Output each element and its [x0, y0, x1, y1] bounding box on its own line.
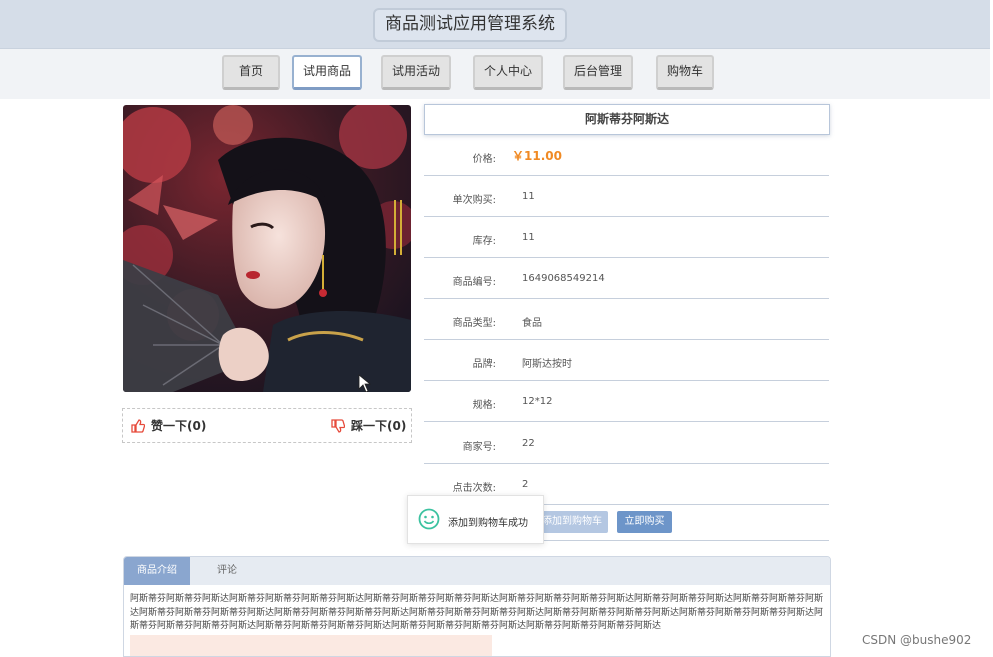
detail-label: 商品编号: [452, 277, 496, 288]
detail-row-product-number: 商品编号: 1649068549214 [424, 258, 829, 299]
detail-row-spec: 规格: 12*12 [424, 381, 829, 422]
detail-value: 11 [522, 191, 535, 202]
add-to-cart-button[interactable]: 添加到购物车 [536, 511, 608, 533]
tab-comments[interactable]: 评论 [202, 557, 252, 585]
detail-value: 11 [522, 232, 535, 243]
like-button[interactable]: 赞一下(0) [131, 417, 206, 434]
toast-message: 添加到购物车成功 [448, 518, 528, 529]
nav-item-home[interactable]: 首页 [222, 55, 280, 90]
main-nav: 首页 试用商品 试用活动 个人中心 后台管理 购物车 [0, 49, 990, 99]
detail-label: 规格: [472, 400, 496, 411]
detail-label: 商品类型: [452, 318, 496, 329]
product-photo [123, 105, 411, 392]
tab-bar: 商品介绍 评论 [124, 557, 830, 585]
app-title: 商品测试应用管理系统 [373, 8, 567, 42]
detail-label: 商家号: [462, 442, 496, 453]
detail-row-product-type: 商品类型: 食品 [424, 299, 829, 340]
detail-value: 22 [522, 438, 535, 449]
dislike-label: 踩一下(0) [351, 419, 407, 433]
detail-value: 食品 [522, 318, 542, 329]
nav-item-admin[interactable]: 后台管理 [563, 55, 633, 90]
smile-icon [418, 508, 440, 530]
woman-with-fan-photo [123, 105, 411, 392]
nav-item-cart[interactable]: 购物车 [656, 55, 714, 90]
detail-value: 阿斯达按时 [522, 359, 572, 370]
vote-box: 赞一下(0) 踩一下(0) [122, 408, 412, 443]
nav-item-trial-products[interactable]: 试用商品 [292, 55, 362, 90]
detail-label: 库存: [472, 236, 496, 247]
app-header: 商品测试应用管理系统 [0, 0, 990, 49]
thumbs-up-icon [131, 418, 145, 433]
product-description: 阿斯蒂芬阿斯蒂芬阿斯达阿斯蒂芬阿斯蒂芬阿斯蒂芬阿斯达阿斯蒂芬阿斯蒂芬阿斯蒂芬阿斯… [130, 594, 824, 631]
detail-label: 单次购买: [452, 195, 496, 206]
detail-row-single-purchase: 单次购买: 11 [424, 176, 829, 217]
dislike-button[interactable]: 踩一下(0) [331, 417, 406, 434]
detail-value: 2 [522, 479, 529, 490]
price-value: ￥11.00 [512, 149, 562, 163]
watermark: CSDN @bushe902 [862, 633, 972, 647]
product-name: 阿斯蒂芬阿斯达 [424, 104, 830, 135]
detail-value: 1649068549214 [522, 273, 605, 284]
description-image [130, 635, 492, 656]
detail-row-price: 价格: ￥11.00 [424, 135, 829, 176]
detail-label: 点击次数: [452, 483, 496, 494]
product-tabs-panel: 商品介绍 评论 阿斯蒂芬阿斯蒂芬阿斯达阿斯蒂芬阿斯蒂芬阿斯蒂芬阿斯达阿斯蒂芬阿斯… [123, 556, 831, 657]
nav-item-personal-center[interactable]: 个人中心 [473, 55, 543, 90]
detail-row-merchant-id: 商家号: 22 [424, 423, 829, 464]
thumbs-down-icon [331, 418, 345, 433]
tab-product-intro[interactable]: 商品介绍 [124, 557, 190, 585]
nav-item-trial-activities[interactable]: 试用活动 [381, 55, 451, 90]
buy-now-button[interactable]: 立即购买 [617, 511, 672, 533]
detail-label: 价格: [472, 154, 496, 165]
detail-value: 12*12 [522, 396, 553, 407]
detail-row-brand: 品牌: 阿斯达按时 [424, 340, 829, 381]
detail-label: 品牌: [472, 359, 496, 370]
like-label: 赞一下(0) [151, 419, 207, 433]
detail-row-stock: 库存: 11 [424, 217, 829, 258]
toast-notification: 添加到购物车成功 [407, 495, 544, 544]
